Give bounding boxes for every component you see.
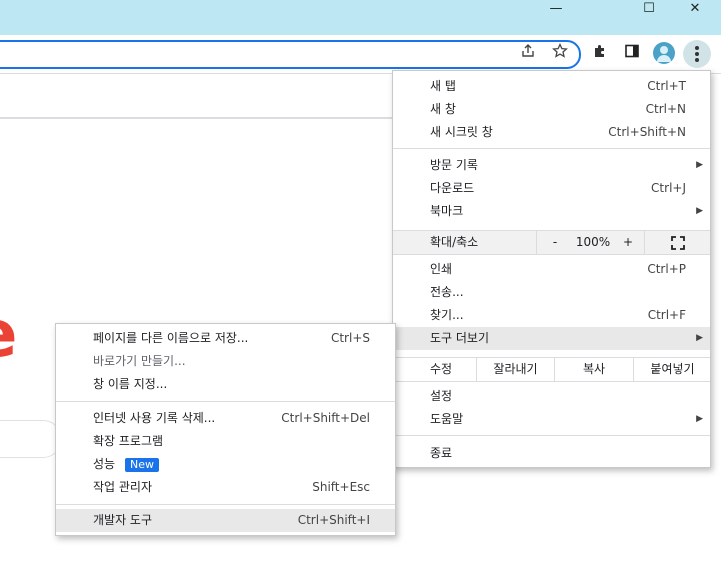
puzzle-icon[interactable] (589, 43, 611, 65)
fullscreen-icon[interactable] (644, 231, 711, 254)
zoom-in-button[interactable]: + (613, 231, 643, 254)
cut-button[interactable]: 잘라내기 (476, 358, 554, 381)
copy-button[interactable]: 복사 (554, 358, 633, 381)
title-bar: — ☐ ✕ (0, 0, 721, 35)
menu-item-bookmarks[interactable]: 북마크 ▶ (393, 200, 710, 223)
menu-item-help[interactable]: 도움말 ▶ (393, 408, 710, 431)
close-window-button[interactable]: ✕ (672, 0, 718, 18)
zoom-label: 확대/축소 (430, 235, 479, 249)
menu-item-new-tab[interactable]: 새 탭 Ctrl+T (393, 75, 710, 98)
search-input[interactable] (0, 420, 62, 458)
menu-item-exit[interactable]: 종료 (393, 442, 710, 465)
star-icon[interactable] (549, 42, 571, 65)
menu-item-new-window[interactable]: 새 창 Ctrl+N (393, 98, 710, 121)
logo: e (0, 302, 30, 372)
address-bar[interactable] (0, 40, 581, 69)
zoom-row: 확대/축소 - 100% + (393, 230, 710, 255)
submenu-item-performance[interactable]: 성능 New (56, 453, 395, 476)
side-panel-icon[interactable] (621, 43, 643, 65)
menu-item-print[interactable]: 인쇄 Ctrl+P (393, 258, 710, 281)
menu-divider (393, 435, 710, 436)
page-header (0, 74, 400, 119)
menu-item-history[interactable]: 방문 기록 ▶ (393, 154, 710, 177)
menu-item-downloads[interactable]: 다운로드 Ctrl+J (393, 177, 710, 200)
submenu-item-devtools[interactable]: 개발자 도구 Ctrl+Shift+I (56, 509, 395, 532)
menu-item-cast[interactable]: 전송... (393, 281, 710, 304)
submenu-item-clear-data[interactable]: 인터넷 사용 기록 삭제... Ctrl+Shift+Del (56, 407, 395, 430)
submenu-item-save-page[interactable]: 페이지를 다른 이름으로 저장... Ctrl+S (56, 327, 395, 350)
menu-divider (56, 401, 395, 402)
menu-item-incognito[interactable]: 새 시크릿 창 Ctrl+Shift+N (393, 121, 710, 144)
minimize-button[interactable]: — (533, 0, 579, 18)
menu-divider (393, 148, 710, 149)
chrome-main-menu: 새 탭 Ctrl+T 새 창 Ctrl+N 새 시크릿 창 Ctrl+Shift+N … (392, 70, 711, 468)
chevron-right-icon: ▶ (696, 414, 703, 424)
edit-label: 수정 (430, 362, 453, 376)
chevron-right-icon: ▶ (696, 160, 703, 170)
edit-row: 수정 잘라내기 복사 붙여넣기 (393, 357, 710, 382)
paste-button[interactable]: 붙여넣기 (633, 358, 711, 381)
new-badge: New (125, 458, 159, 472)
submenu-item-name-window[interactable]: 창 이름 지정... (56, 373, 395, 396)
menu-item-settings[interactable]: 설정 (393, 385, 710, 408)
restore-button[interactable]: ☐ (626, 0, 672, 18)
menu-divider (56, 504, 395, 505)
menu-item-more-tools[interactable]: 도구 더보기 ▶ (393, 327, 710, 350)
more-vert-icon[interactable] (683, 40, 711, 68)
submenu-item-task-manager[interactable]: 작업 관리자 Shift+Esc (56, 476, 395, 499)
chevron-right-icon: ▶ (696, 206, 703, 216)
more-tools-submenu: 페이지를 다른 이름으로 저장... Ctrl+S 바로가기 만들기... 창 이… (55, 323, 396, 536)
zoom-out-button[interactable]: - (536, 231, 573, 254)
menu-item-find[interactable]: 찾기... Ctrl+F (393, 304, 710, 327)
profile-avatar-icon[interactable] (653, 42, 675, 64)
share-icon[interactable] (517, 43, 539, 65)
zoom-level: 100% (575, 235, 611, 249)
browser-toolbar (0, 35, 721, 74)
chevron-right-icon: ▶ (696, 333, 703, 343)
submenu-item-create-shortcut[interactable]: 바로가기 만들기... (56, 350, 395, 373)
submenu-item-extensions[interactable]: 확장 프로그램 (56, 430, 395, 453)
